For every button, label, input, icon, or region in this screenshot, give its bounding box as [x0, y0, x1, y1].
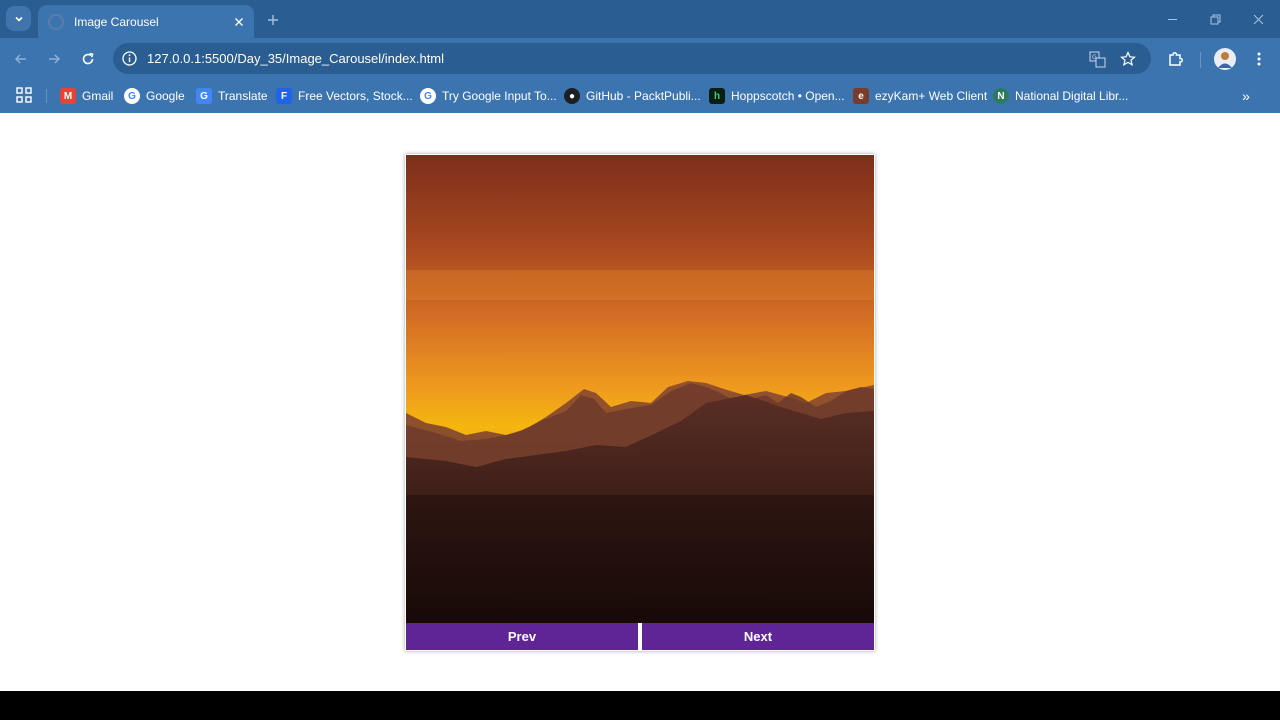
- profile-avatar[interactable]: [1214, 48, 1236, 70]
- extensions-button[interactable]: [1164, 48, 1186, 70]
- bookmark-gmail[interactable]: M Gmail: [60, 85, 113, 107]
- bookmark-hoppscotch[interactable]: h Hoppscotch • Open...: [709, 85, 845, 107]
- bookmark-google[interactable]: G Google: [124, 85, 185, 107]
- github-icon: ●: [564, 88, 580, 104]
- bookmarks-overflow-button[interactable]: »: [1236, 86, 1256, 106]
- ezykam-icon: e: [853, 88, 869, 104]
- tab-image-carousel[interactable]: Image Carousel: [38, 5, 254, 38]
- apps-grid-icon[interactable]: [16, 87, 32, 103]
- restore-icon: [1210, 14, 1220, 24]
- bookmark-national-digital-library[interactable]: N National Digital Libr...: [993, 85, 1128, 107]
- back-button[interactable]: [10, 48, 32, 70]
- freepik-icon: F: [276, 88, 292, 104]
- gmail-icon: M: [60, 88, 76, 104]
- prev-button[interactable]: Prev: [406, 623, 638, 650]
- browser-menu-button[interactable]: [1248, 48, 1270, 70]
- bookmark-translate[interactable]: G Translate: [196, 85, 268, 107]
- reload-button[interactable]: [77, 48, 99, 70]
- tab-strip: Image Carousel: [0, 0, 1280, 38]
- google-icon: G: [420, 88, 436, 104]
- reload-icon: [82, 52, 94, 65]
- taskbar-area: [0, 691, 1280, 720]
- forward-button[interactable]: [43, 48, 65, 70]
- browser-window: Image Carousel 127.0.0.1:5500/Day_35/Ima…: [0, 0, 1280, 691]
- carousel-controls: Prev Next: [406, 623, 874, 650]
- plus-icon: [268, 15, 278, 25]
- sunset-mountains-image: [406, 155, 874, 623]
- svg-text:G: G: [1092, 54, 1097, 61]
- translate-page-button[interactable]: G: [1087, 49, 1107, 69]
- tab-search-button[interactable]: [6, 6, 31, 31]
- tab-close-button[interactable]: [230, 13, 248, 31]
- bookmarks-separator: [46, 89, 47, 103]
- image-carousel: Prev Next: [405, 154, 875, 651]
- ndl-icon: N: [993, 88, 1009, 104]
- loading-favicon-icon: [48, 13, 64, 30]
- toolbar-divider: [1200, 52, 1201, 68]
- more-vertical-icon: [1257, 52, 1261, 66]
- hoppscotch-icon: h: [709, 88, 725, 104]
- address-url[interactable]: 127.0.0.1:5500/Day_35/Image_Carousel/ind…: [147, 51, 444, 66]
- tab-title: Image Carousel: [74, 14, 159, 29]
- close-window-button[interactable]: [1247, 9, 1269, 29]
- page-content: Prev Next: [0, 113, 1280, 691]
- bookmarks-bar: M Gmail G Google G Translate F Free Vect…: [0, 79, 1280, 113]
- new-tab-button[interactable]: [262, 9, 284, 31]
- google-icon: G: [124, 88, 140, 104]
- minimize-button[interactable]: [1161, 9, 1183, 29]
- translate-icon: G: [1089, 51, 1105, 67]
- next-button[interactable]: Next: [642, 623, 874, 650]
- minimize-icon: [1167, 18, 1177, 20]
- avatar-icon: [1218, 52, 1232, 68]
- star-icon: [1120, 51, 1136, 67]
- restore-button[interactable]: [1204, 9, 1226, 29]
- browser-toolbar: 127.0.0.1:5500/Day_35/Image_Carousel/ind…: [0, 38, 1280, 79]
- bookmark-google-input-tools[interactable]: G Try Google Input To...: [420, 85, 557, 107]
- puzzle-icon: [1168, 51, 1183, 66]
- arrow-left-icon: [14, 54, 26, 64]
- carousel-slide: [406, 155, 874, 623]
- translate-icon: G: [196, 88, 212, 104]
- bookmark-ezykam[interactable]: e ezyKam+ Web Client: [853, 85, 987, 107]
- close-icon: [235, 17, 243, 26]
- site-info-icon[interactable]: [121, 50, 138, 67]
- close-icon: [1253, 14, 1263, 24]
- chevron-down-icon: [14, 16, 23, 22]
- address-bar[interactable]: 127.0.0.1:5500/Day_35/Image_Carousel/ind…: [113, 43, 1151, 74]
- arrow-right-icon: [49, 54, 61, 64]
- bookmark-github[interactable]: ● GitHub - PacktPubli...: [564, 85, 701, 107]
- bookmark-star-button[interactable]: [1118, 49, 1138, 69]
- bookmark-freepik[interactable]: F Free Vectors, Stock...: [276, 85, 413, 107]
